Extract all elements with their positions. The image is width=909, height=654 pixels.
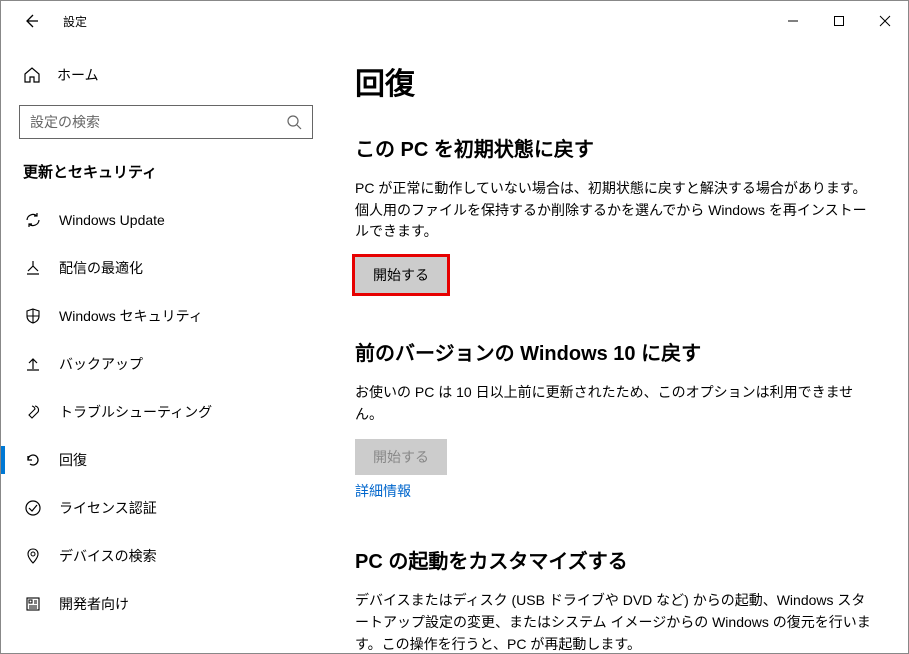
section-body: お使いの PC は 10 日以上前に更新されたため、このオプションは利用できませ…	[355, 382, 878, 425]
maximize-button[interactable]	[816, 1, 862, 41]
page-title: 回復	[355, 59, 878, 103]
window-title: 設定	[63, 13, 87, 30]
category-heading: 更新とセキュリティ	[9, 161, 323, 196]
sidebar-item-windows-update[interactable]: Windows Update	[9, 196, 323, 244]
search-placeholder: 設定の検索	[30, 112, 286, 132]
sidebar-item-find-device[interactable]: デバイスの検索	[9, 532, 323, 580]
distribution-icon	[23, 259, 43, 277]
backup-icon	[23, 355, 43, 373]
sidebar-item-developer[interactable]: 開発者向け	[9, 580, 323, 628]
home-nav[interactable]: ホーム	[9, 59, 323, 91]
sidebar-item-recovery[interactable]: 回復	[9, 436, 323, 484]
minimize-button[interactable]	[770, 1, 816, 41]
recovery-icon	[23, 451, 43, 469]
sidebar-item-label: デバイスの検索	[59, 546, 157, 566]
developer-icon	[23, 595, 43, 613]
section-heading: PC の起動をカスタマイズする	[355, 545, 878, 574]
maximize-icon	[833, 15, 845, 27]
minimize-icon	[787, 15, 799, 27]
sidebar-item-label: Windows Update	[59, 212, 165, 228]
sidebar-item-troubleshoot[interactable]: トラブルシューティング	[9, 388, 323, 436]
sidebar-item-label: 回復	[59, 450, 87, 470]
section-body: デバイスまたはディスク (USB ドライブや DVD など) からの起動、Win…	[355, 590, 878, 653]
sidebar-item-label: Windows セキュリティ	[59, 306, 203, 326]
back-button[interactable]	[19, 9, 43, 33]
rollback-more-info-link[interactable]: 詳細情報	[355, 481, 411, 501]
sync-icon	[23, 211, 43, 229]
search-icon	[286, 114, 302, 130]
rollback-start-button: 開始する	[355, 439, 447, 475]
sidebar-item-label: バックアップ	[59, 354, 143, 374]
window-controls	[770, 1, 908, 41]
section-heading: この PC を初期状態に戻す	[355, 133, 878, 162]
arrow-left-icon	[23, 13, 39, 29]
close-button[interactable]	[862, 1, 908, 41]
sidebar-item-label: 配信の最適化	[59, 258, 143, 278]
close-icon	[879, 15, 891, 27]
main-content: 回復 この PC を初期状態に戻す PC が正常に動作していない場合は、初期状態…	[331, 41, 908, 653]
section-body: PC が正常に動作していない場合は、初期状態に戻すと解決する場合があります。個人…	[355, 178, 878, 243]
sidebar-item-windows-security[interactable]: Windows セキュリティ	[9, 292, 323, 340]
troubleshoot-icon	[23, 403, 43, 421]
search-input[interactable]: 設定の検索	[19, 105, 313, 139]
sidebar: ホーム 設定の検索 更新とセキュリティ Windows Update 配信の最適…	[1, 41, 331, 653]
titlebar: 設定	[1, 1, 908, 41]
shield-icon	[23, 307, 43, 325]
sidebar-item-activation[interactable]: ライセンス認証	[9, 484, 323, 532]
sidebar-item-delivery-optimization[interactable]: 配信の最適化	[9, 244, 323, 292]
section-heading: 前のバージョンの Windows 10 に戻す	[355, 337, 878, 366]
sidebar-item-backup[interactable]: バックアップ	[9, 340, 323, 388]
find-device-icon	[23, 547, 43, 565]
section-advanced-startup: PC の起動をカスタマイズする デバイスまたはディスク (USB ドライブや D…	[355, 545, 878, 653]
sidebar-item-label: トラブルシューティング	[59, 402, 212, 422]
home-icon	[23, 66, 43, 84]
section-rollback: 前のバージョンの Windows 10 に戻す お使いの PC は 10 日以上…	[355, 337, 878, 501]
activation-icon	[23, 499, 43, 517]
sidebar-item-label: 開発者向け	[59, 594, 129, 614]
reset-pc-start-button[interactable]: 開始する	[355, 257, 447, 293]
section-reset-pc: この PC を初期状態に戻す PC が正常に動作していない場合は、初期状態に戻す…	[355, 133, 878, 293]
home-label: ホーム	[57, 65, 99, 85]
sidebar-item-label: ライセンス認証	[59, 498, 157, 518]
